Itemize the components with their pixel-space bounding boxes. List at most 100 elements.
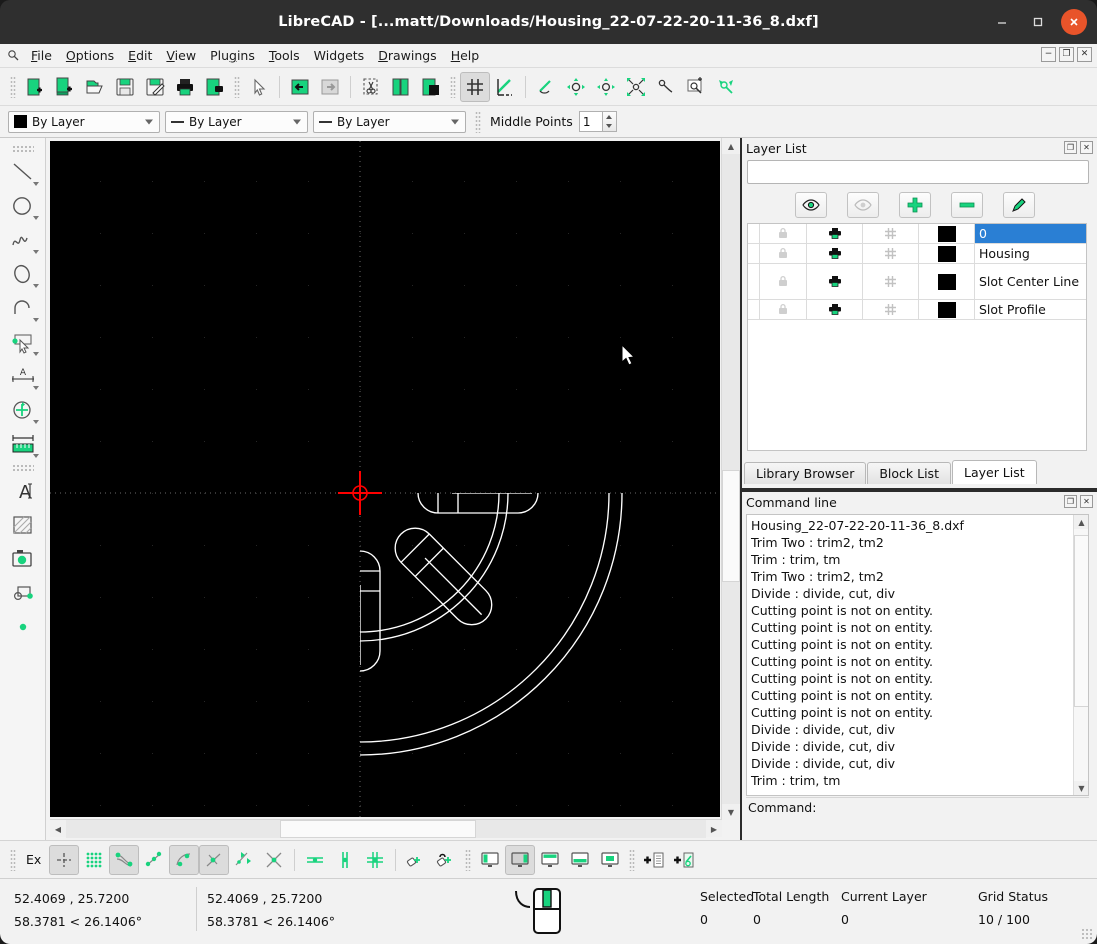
layer-print-icon[interactable]: [807, 224, 863, 243]
layer-lock-icon[interactable]: [760, 224, 807, 243]
new-from-template-icon[interactable]: [50, 72, 80, 102]
hscroll-thumb[interactable]: [280, 820, 476, 838]
snap-distance-icon[interactable]: [229, 845, 259, 875]
layer-color-swatch[interactable]: [919, 264, 975, 299]
menu-drawings[interactable]: Drawings: [371, 46, 444, 65]
layer-color-swatch[interactable]: [919, 224, 975, 243]
arc-tool-icon[interactable]: [4, 291, 42, 325]
layer-lock-icon[interactable]: [760, 300, 807, 319]
scroll-right-arrow[interactable]: ▶: [706, 820, 722, 838]
snap-free-icon[interactable]: [49, 844, 80, 875]
cut-icon[interactable]: [356, 72, 386, 102]
zoom-previous-icon[interactable]: [531, 72, 561, 102]
close-button[interactable]: [1061, 9, 1087, 35]
view-top-dock-icon[interactable]: [535, 845, 565, 875]
snap-entity-icon[interactable]: [139, 845, 169, 875]
snap-grid-icon[interactable]: [79, 845, 109, 875]
pointer-select-icon[interactable]: [244, 72, 274, 102]
snap-center-icon[interactable]: [169, 844, 200, 875]
block-tool-icon[interactable]: [4, 576, 42, 610]
zoom-window-icon[interactable]: [561, 72, 591, 102]
mdi-restore-button[interactable]: ❐: [1059, 47, 1074, 62]
minimize-button[interactable]: [989, 9, 1015, 35]
snap-intersection-icon[interactable]: [259, 845, 289, 875]
menu-widgets[interactable]: Widgets: [307, 46, 372, 65]
edit-layer-icon[interactable]: [1002, 192, 1035, 218]
snap-toolbar-grip-2[interactable]: [465, 848, 472, 871]
relative-zero-icon[interactable]: [401, 845, 431, 875]
layer-dock-close-button[interactable]: ✕: [1080, 141, 1093, 154]
menu-tools[interactable]: Tools: [262, 46, 307, 65]
text-tool-icon[interactable]: A: [4, 474, 42, 508]
maximize-button[interactable]: [1025, 9, 1051, 35]
mdi-minimize-button[interactable]: −: [1041, 47, 1056, 62]
command-dock-close-button[interactable]: ✕: [1080, 495, 1093, 508]
grid-toggle-icon[interactable]: [460, 71, 490, 102]
menu-plugins[interactable]: Plugins: [203, 46, 262, 65]
layer-name[interactable]: Slot Profile: [975, 300, 1086, 319]
zoom-fit-icon[interactable]: [711, 72, 741, 102]
layer-print-icon[interactable]: [807, 244, 863, 263]
print-preview-icon[interactable]: [200, 72, 230, 102]
save-as-icon[interactable]: [140, 72, 170, 102]
scroll-down-arrow[interactable]: ▼: [722, 804, 740, 820]
middle-points-stepper[interactable]: [602, 111, 617, 132]
lock-relative-zero-icon[interactable]: [431, 845, 461, 875]
scroll-left-arrow[interactable]: ◀: [50, 820, 66, 838]
scroll-up-arrow[interactable]: ▲: [722, 138, 740, 154]
menu-edit[interactable]: Edit: [121, 46, 159, 65]
add-block-quick-icon[interactable]: [669, 845, 699, 875]
paste-icon[interactable]: [416, 72, 446, 102]
view-bottom-dock-icon[interactable]: [565, 845, 595, 875]
layer-color-swatch[interactable]: [919, 244, 975, 263]
layer-lock-icon[interactable]: [760, 244, 807, 263]
pen-color-combo[interactable]: By Layer: [8, 110, 160, 133]
layer-name[interactable]: Slot Center Line: [975, 264, 1086, 299]
menu-options[interactable]: Options: [59, 46, 121, 65]
layer-construction-icon[interactable]: [863, 300, 919, 319]
cmd-scroll-thumb[interactable]: [1074, 535, 1088, 707]
tab-block-list[interactable]: Block List: [867, 462, 951, 484]
new-file-icon[interactable]: [20, 72, 50, 102]
layer-name[interactable]: Housing: [975, 244, 1086, 263]
layer-print-icon[interactable]: [807, 300, 863, 319]
table-row[interactable]: Housing: [748, 244, 1086, 264]
mdi-close-button[interactable]: ✕: [1077, 47, 1092, 62]
open-file-icon[interactable]: [80, 72, 110, 102]
tab-layer-list[interactable]: Layer List: [951, 460, 1037, 484]
add-layer-quick-icon[interactable]: [639, 845, 669, 875]
layer-lock-icon[interactable]: [760, 264, 807, 299]
command-dock-float-button[interactable]: ❐: [1064, 495, 1077, 508]
pen-linetype-combo[interactable]: By Layer: [313, 110, 466, 133]
layer-filter-input[interactable]: [747, 160, 1089, 184]
save-icon[interactable]: [110, 72, 140, 102]
canvas-horizontal-scrollbar[interactable]: ◀ ▶: [50, 819, 722, 838]
layer-construction-icon[interactable]: [863, 224, 919, 243]
view-left-dock-icon[interactable]: [505, 844, 536, 875]
pen-toolbar-grip[interactable]: [475, 110, 481, 133]
toolbar-grip-3[interactable]: [450, 75, 456, 98]
modify-tool-icon[interactable]: [4, 393, 42, 427]
tab-library-browser[interactable]: Library Browser: [744, 462, 867, 484]
spline-tool-icon[interactable]: [4, 223, 42, 257]
vscroll-thumb[interactable]: [722, 470, 740, 582]
restrict-vertical-icon[interactable]: [330, 845, 360, 875]
cmd-scroll-down-arrow[interactable]: ▼: [1074, 781, 1088, 795]
cmd-scroll-up-arrow[interactable]: ▲: [1074, 515, 1088, 529]
middle-points-input[interactable]: 1: [578, 111, 603, 132]
layer-name[interactable]: 0: [975, 224, 1086, 243]
menu-help[interactable]: Help: [444, 46, 487, 65]
menu-file[interactable]: File: [24, 46, 59, 65]
layer-construction-icon[interactable]: [863, 264, 919, 299]
hatch-tool-icon[interactable]: [4, 508, 42, 542]
cad-canvas[interactable]: [50, 141, 720, 817]
restrict-orthogonal-icon[interactable]: [360, 845, 390, 875]
print-icon[interactable]: [170, 72, 200, 102]
command-history-list[interactable]: Housing_22-07-22-20-11-36_8.dxf Trim Two…: [746, 514, 1089, 796]
tools-toolbar-grip[interactable]: [11, 145, 34, 152]
hide-all-layers-icon[interactable]: [846, 192, 879, 218]
command-history-scrollbar[interactable]: ▲ ▼: [1073, 515, 1088, 795]
snap-middle-icon[interactable]: [199, 844, 230, 875]
zoom-in-icon[interactable]: [681, 72, 711, 102]
remove-layer-icon[interactable]: [950, 192, 983, 218]
